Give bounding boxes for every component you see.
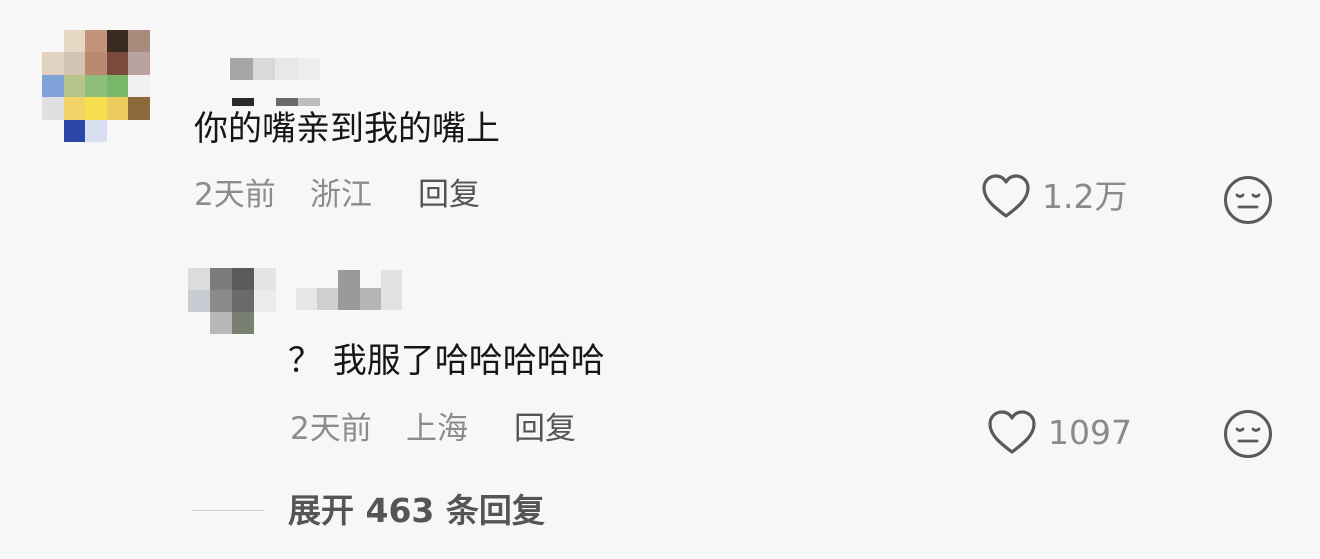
avatar-mosaic-cell <box>188 312 210 334</box>
reply-like-count: 1097 <box>1048 412 1132 452</box>
name-mosaic-cell <box>296 288 318 310</box>
avatar-mosaic-cell <box>42 97 64 120</box>
divider-line <box>192 510 264 511</box>
username-blurred[interactable] <box>230 58 320 80</box>
name-mosaic-cell <box>380 270 403 310</box>
expand-replies-label: 展开 463 条回复 <box>288 491 545 530</box>
avatar-mosaic-cell <box>210 312 232 334</box>
name-mosaic-cell <box>338 270 360 310</box>
expand-replies-button[interactable]: 展开 463 条回复 <box>192 494 545 527</box>
avatar-mosaic-cell <box>128 30 150 53</box>
username-blurred-line <box>232 98 320 106</box>
reply-location: 上海 <box>406 411 468 447</box>
reply-like-button[interactable]: 1097 <box>986 408 1132 456</box>
avatar-mosaic-cell <box>85 74 107 98</box>
comment-time: 2天前 <box>194 177 276 213</box>
avatar-mosaic-cell <box>106 30 129 53</box>
avatar-mosaic-cell <box>85 52 107 75</box>
avatar-mosaic-cell <box>106 52 129 75</box>
avatar-mosaic-cell <box>232 290 254 312</box>
avatar-mosaic-cell <box>42 30 64 53</box>
name-mosaic-cell <box>252 58 275 80</box>
avatar-mosaic-cell <box>128 52 150 75</box>
reply-text: ？ 我服了哈哈哈哈哈 <box>288 341 605 381</box>
avatar-mosaic-cell <box>63 119 86 142</box>
comment-location: 浙江 <box>310 177 372 213</box>
avatar-mosaic-cell <box>42 74 64 98</box>
avatar-mosaic-cell <box>63 52 86 75</box>
comment-thread: 你的嘴亲到我的嘴上 2天前 浙江 回复 1.2万 ？ 我服了哈哈哈哈哈 2天前 … <box>0 0 1320 559</box>
avatar-mosaic-cell <box>232 268 254 290</box>
avatar-mosaic-cell <box>42 52 64 75</box>
reply-button[interactable]: 回复 <box>418 180 480 211</box>
avatar-mosaic-cell <box>254 290 276 312</box>
avatar-mosaic-cell <box>63 74 86 98</box>
reply-avatar[interactable] <box>188 268 276 334</box>
avatar-mosaic-cell <box>210 268 232 290</box>
avatar-mosaic-cell <box>128 74 150 98</box>
name-mosaic-cell <box>254 98 276 106</box>
avatar-mosaic-cell <box>85 30 107 53</box>
name-mosaic-cell <box>359 288 381 310</box>
heart-icon <box>982 174 1030 218</box>
reply-reply-button[interactable]: 回复 <box>514 414 576 445</box>
name-mosaic-cell <box>275 58 298 80</box>
avatar-mosaic-cell <box>106 74 129 98</box>
reply-username-blurred[interactable] <box>296 270 403 310</box>
avatar-mosaic-cell <box>254 268 276 290</box>
heart-icon <box>988 410 1036 454</box>
name-mosaic-cell <box>230 58 253 80</box>
avatar-mosaic-cell <box>254 312 276 334</box>
dislike-face-icon[interactable] <box>1222 408 1274 460</box>
avatar-mosaic-cell <box>128 97 150 120</box>
like-count: 1.2万 <box>1042 176 1128 216</box>
avatar-mosaic-cell <box>106 119 129 142</box>
avatar-mosaic-cell <box>85 119 107 142</box>
name-mosaic-cell <box>298 98 320 106</box>
name-mosaic-cell <box>276 98 298 106</box>
avatar-mosaic-cell <box>188 290 210 312</box>
avatar-mosaic-cell <box>85 97 107 120</box>
avatar[interactable] <box>42 30 150 142</box>
like-button[interactable]: 1.2万 <box>980 172 1127 220</box>
name-mosaic-cell <box>317 288 339 310</box>
avatar-mosaic-cell <box>128 119 150 142</box>
name-mosaic-cell <box>232 98 254 106</box>
name-mosaic-cell <box>297 58 320 80</box>
avatar-mosaic-cell <box>210 290 232 312</box>
avatar-mosaic-cell <box>188 268 210 290</box>
avatar-mosaic-cell <box>232 312 254 334</box>
dislike-face-icon[interactable] <box>1222 174 1274 226</box>
avatar-mosaic-cell <box>42 119 64 142</box>
avatar-mosaic-cell <box>63 97 86 120</box>
avatar-mosaic-cell <box>63 30 86 53</box>
avatar-mosaic-cell <box>106 97 129 120</box>
comment-text: 你的嘴亲到我的嘴上 <box>194 109 500 149</box>
reply-time: 2天前 <box>290 411 372 447</box>
